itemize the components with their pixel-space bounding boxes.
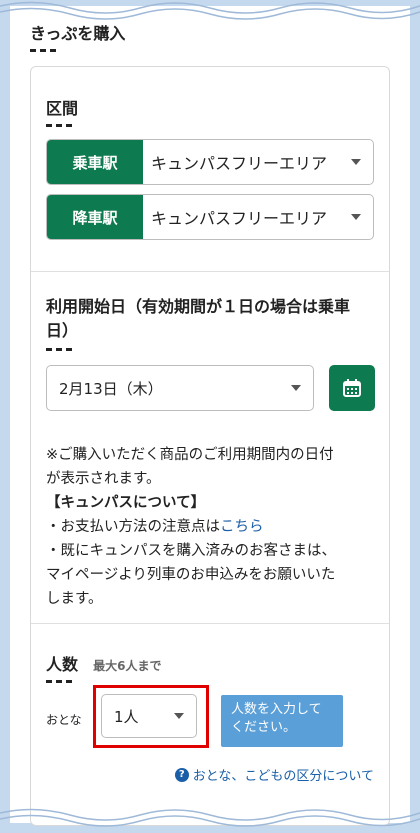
boarding-station-select[interactable]: 乗車駅 キュンパスフリーエリア [46, 139, 374, 185]
adult-label: おとな [46, 713, 82, 727]
alighting-station-tag: 降車駅 [47, 195, 143, 239]
payment-notes-link[interactable]: こちら [220, 519, 264, 535]
start-date-select[interactable]: 2月13日（木） [46, 365, 314, 411]
submit-persons-button[interactable]: 人数を入力して ください。 [221, 695, 343, 747]
adult-count-value: 1人 [114, 707, 139, 726]
alighting-station-text: キュンパスフリーエリア [151, 209, 328, 228]
divider [31, 623, 389, 624]
calendar-button[interactable] [329, 365, 375, 411]
boarding-station-value: キュンパスフリーエリア [143, 140, 373, 184]
title-underline [30, 49, 58, 52]
submit-button-line1: 人数を入力して [231, 702, 322, 717]
note-line3-text: ・お支払い方法の注意点は [46, 519, 220, 535]
persons-title-text: 人数 [46, 655, 79, 674]
note-line4: ・既にキュンパスを購入済みのお客さまは、 [46, 543, 336, 559]
start-date-value: 2月13日（木） [59, 379, 163, 398]
adult-count-select[interactable]: 1人 [101, 694, 197, 738]
route-title-underline [46, 124, 74, 127]
submit-button-line2: ください。 [231, 720, 297, 735]
start-date-underline [46, 348, 74, 351]
age-category-help-link[interactable]: ? おとな、こどもの区分について [174, 765, 374, 784]
question-icon: ? [174, 767, 189, 782]
boarding-station-tag: 乗車駅 [47, 140, 143, 184]
note-line2: が表示されます。 [46, 471, 161, 487]
boarding-station-text: キュンパスフリーエリア [151, 154, 328, 173]
wave-decoration-bottom [0, 808, 420, 827]
note-heading: 【キュンパスについて】 [46, 495, 206, 511]
calendar-icon [343, 379, 361, 397]
chevron-down-icon [174, 713, 184, 719]
alighting-station-select[interactable]: 降車駅 キュンパスフリーエリア [46, 194, 374, 240]
chevron-down-icon [351, 214, 361, 220]
purchase-card: 区間 乗車駅 キュンパスフリーエリア 降車駅 キュンパスフリーエリア 利用開始日… [30, 66, 390, 826]
chevron-down-icon [291, 385, 301, 391]
divider [31, 271, 389, 272]
persons-max-note: 最大6人まで [93, 659, 162, 673]
start-date-title: 利用開始日（有効期間が１日の場合は乗車 日） [46, 295, 376, 351]
page-title-text: きっぷを購入 [30, 24, 126, 43]
start-date-title-line1: 利用開始日（有効期間が１日の場合は乗車 [46, 297, 351, 316]
alighting-station-value: キュンパスフリーエリア [143, 195, 373, 239]
purchase-note: ※ご購入いただく商品のご利用期間内の日付 が表示されます。 【キュンパスについて… [46, 443, 376, 611]
note-line5: マイページより列車のお申込みをお願いいた [46, 567, 336, 583]
note-line1: ※ご購入いただく商品のご利用期間内の日付 [46, 447, 334, 463]
page-title: きっぷを購入 [30, 20, 125, 52]
note-line6: します。 [46, 591, 103, 607]
route-title-text: 区間 [46, 99, 79, 118]
start-date-title-line2: 日） [46, 321, 79, 340]
persons-title: 人数 最大6人まで [46, 651, 161, 683]
note-line3: ・お支払い方法の注意点はこちら [46, 515, 376, 539]
route-title: 区間 [46, 95, 78, 127]
persons-underline [46, 680, 74, 683]
chevron-down-icon [351, 159, 361, 165]
age-category-help-text: おとな、こどもの区分について [192, 769, 374, 784]
